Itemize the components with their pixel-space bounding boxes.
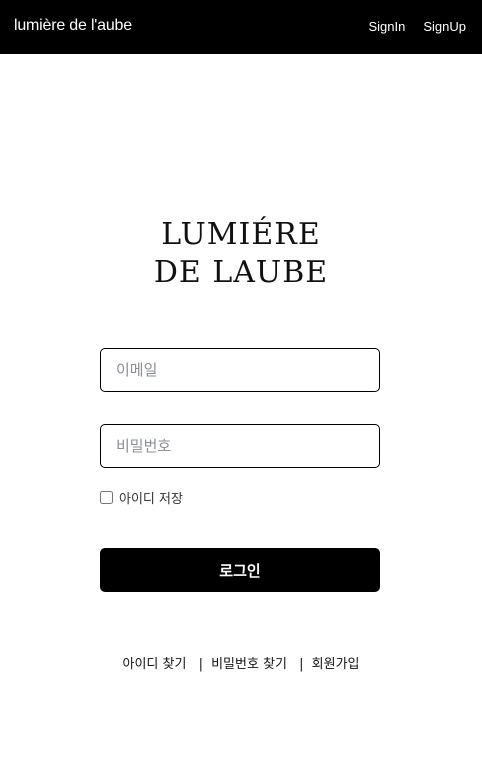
signin-link[interactable]: SignIn — [368, 19, 405, 34]
nav-links: SignIn SignUp — [368, 19, 466, 34]
login-button[interactable]: 로그인 — [100, 548, 380, 592]
email-field[interactable] — [100, 348, 380, 392]
password-field[interactable] — [100, 424, 380, 468]
logo-line-2: DE LAUBE — [153, 255, 329, 290]
link-separator: | — [198, 657, 203, 672]
account-links: 아이디 찾기 | 비밀번호 찾기 | 회원가입 — [0, 653, 482, 672]
brand-link[interactable]: lumière de l'aube — [14, 17, 132, 35]
link-separator: | — [299, 657, 304, 672]
remember-id-checkbox[interactable] — [100, 491, 113, 504]
find-id-link[interactable]: 아이디 찾기 — [122, 657, 186, 672]
signup-page-link[interactable]: 회원가입 — [312, 657, 360, 672]
find-password-link[interactable]: 비밀번호 찾기 — [211, 657, 287, 672]
remember-id[interactable]: 아이디 저장 — [100, 488, 183, 507]
top-navbar: lumière de l'aube SignIn SignUp — [0, 0, 482, 54]
signup-link[interactable]: SignUp — [423, 19, 466, 34]
site-logo: LUMIÉRE DE LAUBE — [0, 216, 482, 292]
remember-id-label: 아이디 저장 — [119, 492, 183, 507]
logo-line-1: LUMIÉRE — [161, 217, 321, 252]
